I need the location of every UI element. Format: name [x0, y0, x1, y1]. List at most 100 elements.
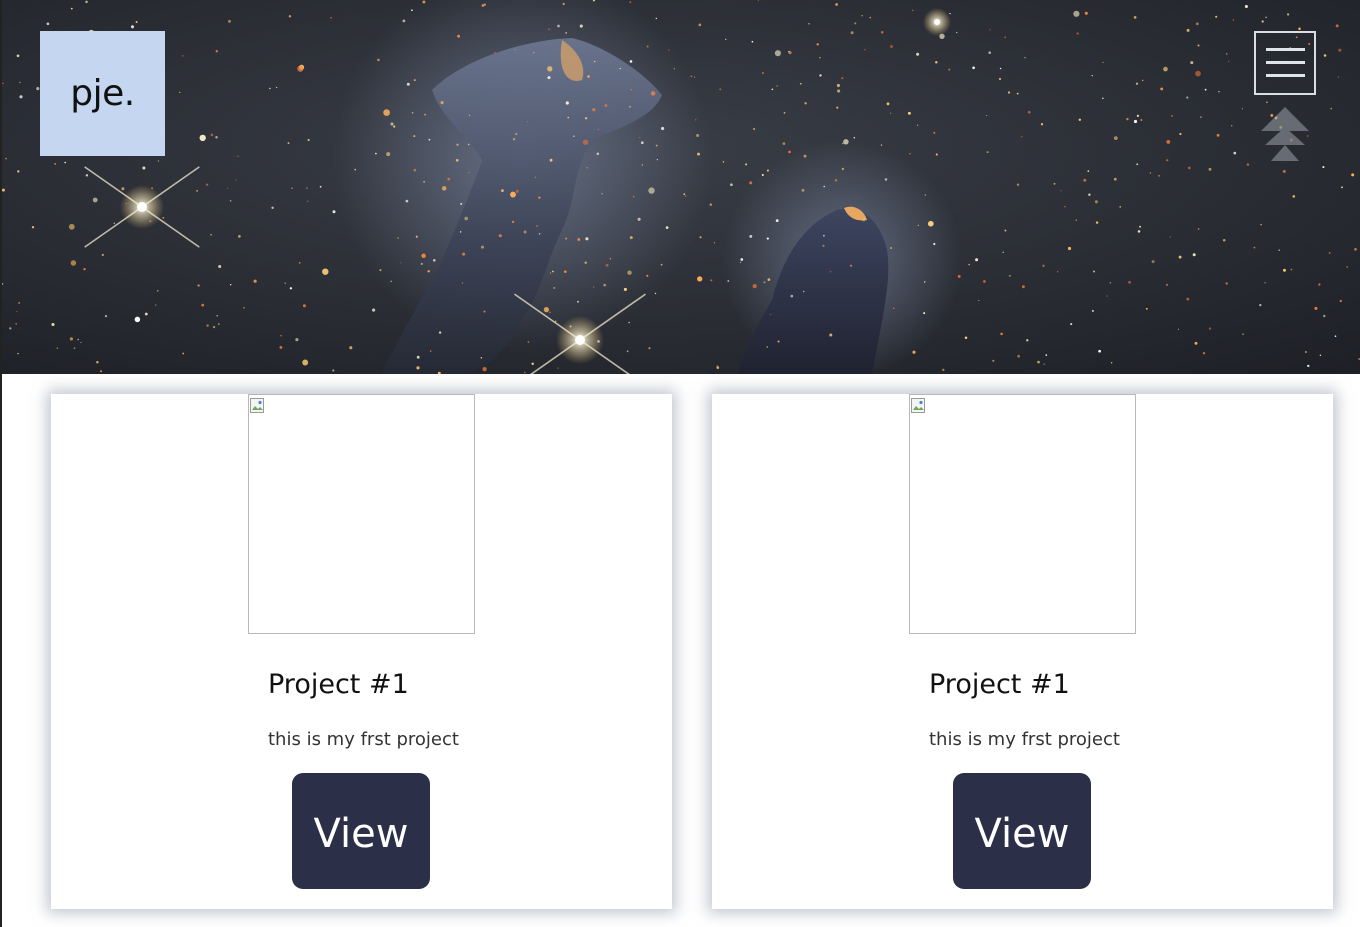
star [989, 29, 991, 31]
star [422, 0, 426, 4]
star [835, 3, 838, 6]
star [1166, 283, 1168, 286]
project-title: Project #1 [929, 669, 1070, 700]
star [73, 347, 76, 350]
star [15, 323, 17, 325]
star [402, 19, 406, 23]
star [291, 187, 293, 189]
star [423, 180, 426, 183]
star [1004, 36, 1007, 39]
view-button[interactable]: View [292, 773, 430, 889]
star [1078, 118, 1082, 122]
star [684, 195, 687, 197]
star [182, 55, 184, 57]
star [1113, 177, 1117, 181]
star [548, 28, 551, 31]
star [1186, 297, 1190, 301]
star [379, 269, 382, 272]
star [210, 133, 214, 137]
star [1053, 182, 1056, 185]
star [986, 151, 989, 154]
star [1007, 91, 1011, 94]
star [511, 220, 515, 224]
site-logo[interactable]: pje. [40, 31, 165, 156]
star [69, 337, 73, 341]
star [999, 67, 1002, 70]
star [1021, 136, 1023, 138]
star [16, 310, 18, 312]
star [467, 143, 470, 146]
star [1290, 268, 1293, 271]
star [911, 9, 914, 12]
star [130, 25, 135, 29]
star [655, 144, 658, 147]
star [284, 282, 286, 284]
star [1190, 61, 1194, 65]
star [696, 133, 700, 138]
star [515, 132, 518, 136]
star [199, 134, 206, 142]
star [1169, 236, 1171, 238]
star [19, 95, 23, 99]
space-nebula-image [2, 0, 1360, 374]
star [1073, 10, 1080, 17]
star [992, 359, 995, 362]
star [629, 1, 632, 4]
star [628, 321, 630, 324]
star [739, 261, 742, 264]
star [694, 76, 696, 78]
star [64, 161, 67, 164]
star [802, 290, 805, 293]
star [514, 49, 516, 51]
star [156, 289, 159, 292]
star [501, 189, 504, 192]
star [725, 38, 727, 41]
broken-image-icon [250, 398, 264, 413]
star [289, 287, 293, 290]
star [630, 88, 633, 91]
star [597, 128, 599, 131]
double-chevron-up-icon[interactable] [1259, 105, 1311, 163]
star [440, 101, 444, 105]
star [1067, 246, 1072, 251]
star [1088, 193, 1091, 196]
star [774, 50, 781, 57]
project-description: this is my frst project [268, 729, 459, 750]
star [1102, 97, 1104, 100]
star [1346, 266, 1349, 268]
star [1140, 119, 1143, 121]
star [1225, 282, 1228, 285]
star [424, 113, 426, 116]
star [297, 65, 304, 72]
star [1339, 299, 1342, 303]
star [695, 119, 697, 121]
star [646, 274, 649, 277]
star [1160, 87, 1164, 91]
star [416, 355, 420, 359]
star [80, 342, 82, 343]
star [1084, 11, 1088, 15]
star [372, 308, 376, 312]
star [584, 261, 587, 264]
star [56, 347, 58, 349]
star [808, 23, 810, 25]
view-button[interactable]: View [953, 773, 1091, 889]
star [322, 268, 329, 275]
star [553, 286, 556, 289]
star [770, 313, 772, 315]
star [909, 152, 911, 155]
star [656, 158, 658, 161]
star [19, 81, 21, 84]
star [722, 161, 725, 163]
star [235, 179, 237, 181]
star [531, 362, 534, 366]
star [413, 135, 416, 138]
star [788, 150, 791, 154]
star [753, 128, 756, 130]
star [85, 0, 88, 4]
star [1024, 57, 1026, 59]
star [648, 347, 651, 350]
hamburger-menu-icon[interactable] [1254, 31, 1316, 95]
star [1232, 19, 1234, 21]
star [983, 280, 986, 283]
